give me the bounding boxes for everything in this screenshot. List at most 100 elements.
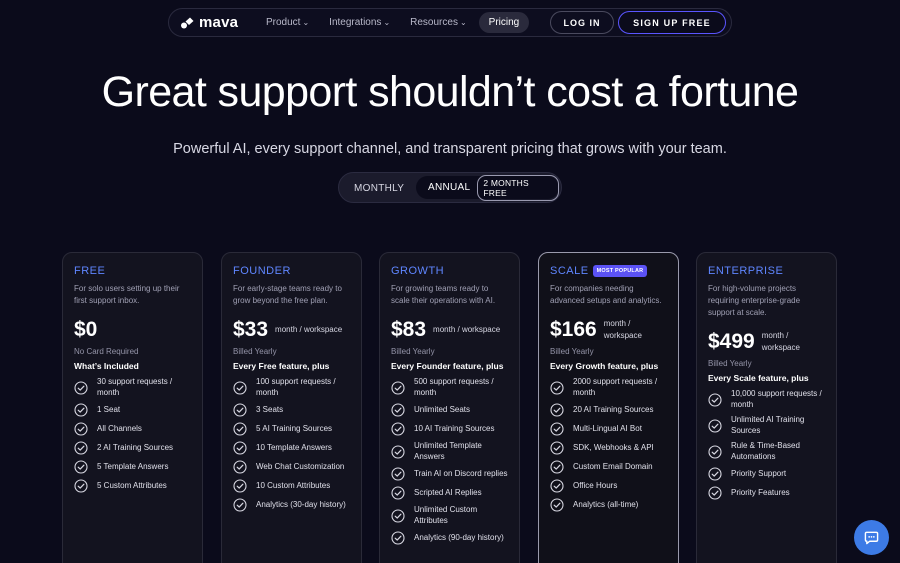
chevron-down-icon: ⌄ — [383, 18, 391, 27]
nav-item-pricing[interactable]: Pricing — [478, 12, 530, 33]
logo-text: mava — [199, 14, 239, 31]
plan-price: $166 — [550, 318, 597, 341]
feature-item: 2 AI Training Sources — [74, 441, 191, 455]
check-circle-icon — [550, 441, 564, 455]
feature-item: 1 Seat — [74, 403, 191, 417]
plan-price: $499 — [708, 330, 755, 353]
nav-item-integrations[interactable]: Integrations ⌄ — [329, 17, 390, 28]
feature-item: 10 Template Answers — [233, 441, 350, 455]
feature-text: Train AI on Discord replies — [414, 468, 508, 478]
price-row: $33 month / workspace — [233, 318, 350, 342]
billing-toggle: MONTHLY ANNUAL 2 MONTHS FREE — [338, 172, 562, 203]
plan-price: $0 — [74, 318, 98, 341]
feature-text: 3 Seats — [256, 404, 284, 414]
includes-heading: Every Scale feature, plus — [708, 373, 809, 383]
plan-name: FREE — [74, 265, 191, 277]
feature-item: Custom Email Domain — [550, 460, 667, 474]
feature-item: 5 Template Answers — [74, 460, 191, 474]
check-circle-icon — [708, 392, 722, 407]
toggle-monthly[interactable]: MONTHLY — [354, 183, 404, 194]
price-unit-line: month / — [603, 319, 631, 328]
price-unit: month / workspace — [433, 324, 500, 336]
feature-text: 10,000 support requests / month — [731, 389, 822, 409]
feature-text: 1 Seat — [97, 404, 121, 414]
feature-text: Custom Email Domain — [573, 461, 653, 471]
feature-item: 5 Custom Attributes — [74, 479, 191, 493]
check-circle-icon — [74, 441, 88, 455]
feature-item: Unlimited Seats — [391, 403, 508, 417]
login-button[interactable]: LOG IN — [550, 11, 614, 34]
nav-item-label: Integrations — [329, 17, 382, 28]
check-circle-icon — [74, 403, 88, 417]
plan-name-label: FOUNDER — [233, 265, 291, 277]
billing-note: No Card Required — [74, 347, 139, 356]
nav-item-product[interactable]: Product ⌄ — [266, 17, 309, 28]
feature-item: Unlimited Custom Attributes — [391, 505, 508, 526]
plan-price: $33 — [233, 318, 269, 341]
price-unit-line: month / — [761, 331, 789, 340]
nav-menu: Product ⌄ Integrations ⌄ Resources ⌄ Pri… — [266, 12, 530, 33]
plan-name: FOUNDER — [233, 265, 350, 277]
nav-item-resources[interactable]: Resources ⌄ — [410, 17, 467, 28]
check-circle-icon — [74, 380, 88, 395]
check-circle-icon — [550, 403, 564, 417]
check-circle-icon — [708, 418, 722, 433]
plan-name-label: SCALE — [550, 265, 589, 277]
plan-card-founder: FOUNDER For early-stage teams ready to gr… — [221, 252, 362, 563]
check-circle-icon — [391, 467, 405, 481]
feature-item: 500 support requests / month — [391, 377, 508, 398]
feature-text: Priority Features — [731, 487, 790, 497]
feature-list: 10,000 support requests / month Unlimited… — [708, 389, 825, 500]
check-circle-icon — [391, 444, 405, 459]
check-circle-icon — [391, 380, 405, 395]
signup-button[interactable]: SIGN UP FREE — [618, 11, 726, 34]
plan-name-label: GROWTH — [391, 265, 445, 277]
nav-item-label: Resources — [410, 17, 458, 28]
check-circle-icon — [708, 444, 722, 459]
feature-text: Analytics (30-day history) — [256, 499, 346, 509]
feature-item: 100 support requests / month — [233, 377, 350, 398]
feature-text: 30 support requests / month — [97, 377, 173, 397]
price-unit-line: workspace — [761, 343, 800, 352]
feature-item: Multi-Lingual AI Bot — [550, 422, 667, 436]
check-circle-icon — [233, 441, 247, 455]
logo[interactable]: mava — [181, 14, 259, 31]
chevron-down-icon: ⌄ — [302, 18, 310, 27]
toggle-annual-label: ANNUAL — [428, 182, 471, 193]
toggle-annual[interactable]: ANNUAL 2 MONTHS FREE — [416, 174, 559, 201]
feature-item: Priority Features — [708, 486, 825, 500]
feature-item: 10 AI Training Sources — [391, 422, 508, 436]
plan-name: GROWTH — [391, 265, 508, 277]
discount-badge: 2 MONTHS FREE — [477, 174, 559, 201]
feature-item: 10 Custom Attributes — [233, 479, 350, 493]
feature-text: Unlimited Seats — [414, 404, 471, 414]
chat-launcher-button[interactable] — [854, 520, 889, 555]
feature-item: Unlimited Template Answers — [391, 441, 508, 462]
feature-text: Unlimited AI Training Sources — [731, 415, 805, 435]
feature-item: Unlimited AI Training Sources — [708, 415, 825, 436]
feature-list: 100 support requests / month 3 Seats 5 AI … — [233, 377, 350, 512]
check-circle-icon — [233, 422, 247, 436]
page-title: Great support shouldn’t cost a fortune — [101, 68, 799, 116]
includes-heading: Every Growth feature, plus — [550, 361, 659, 371]
plan-description: For early-stage teams ready to grow beyo… — [233, 284, 342, 305]
feature-list: 500 support requests / month Unlimited Se… — [391, 377, 508, 545]
feature-item: 2000 support requests / month — [550, 377, 667, 398]
feature-item: SDK, Webhooks & API — [550, 441, 667, 455]
check-circle-icon — [708, 467, 722, 481]
feature-text: 5 Template Answers — [97, 461, 169, 471]
billing-note: Billed Yearly — [233, 347, 277, 356]
feature-text: Office Hours — [573, 480, 618, 490]
feature-text: Unlimited Template Answers — [414, 441, 482, 461]
chevron-down-icon: ⌄ — [459, 18, 467, 27]
plan-card-free: FREE For solo users setting up their firs… — [62, 252, 203, 563]
nav-item-label: Product — [266, 17, 301, 28]
billing-note: Billed Yearly — [708, 359, 752, 368]
price-unit: month / workspace — [604, 318, 642, 342]
plan-card-enterprise: ENTERPRISE For high-volume projects requi… — [696, 252, 837, 563]
price-row: $166 month / workspace — [550, 318, 667, 342]
feature-item: 5 AI Training Sources — [233, 422, 350, 436]
plan-description: For high-volume projects requiring enter… — [708, 284, 801, 317]
check-circle-icon — [550, 460, 564, 474]
feature-item: Analytics (90-day history) — [391, 531, 508, 545]
